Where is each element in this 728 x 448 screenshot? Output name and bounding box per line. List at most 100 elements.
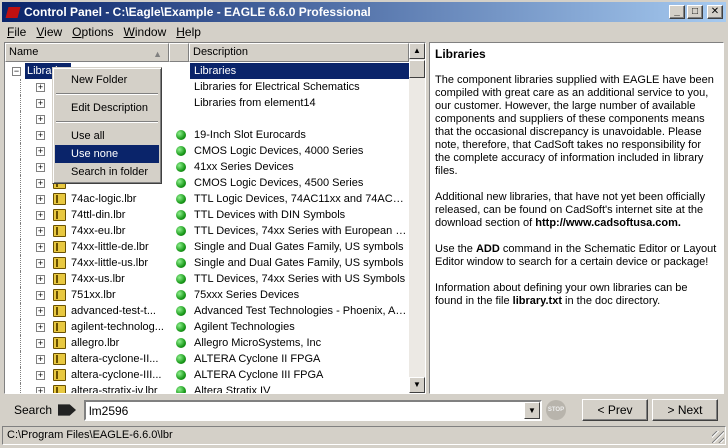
tree-guide-line xyxy=(20,303,21,319)
in-use-dot-icon[interactable] xyxy=(176,290,186,300)
in-use-dot-icon[interactable] xyxy=(176,306,186,316)
in-use-dot-icon[interactable] xyxy=(176,242,186,252)
tree-row[interactable]: +74xx-little-de.lbr Single and Dual Gates… xyxy=(5,239,409,255)
scroll-down-icon[interactable]: ▼ xyxy=(409,377,425,393)
tree-row[interactable]: +74xx-us.lbr TTL Devices, 74xx Series wit… xyxy=(5,271,409,287)
tree-row[interactable]: +74xx-little-us.lbr Single and Dual Gates… xyxy=(5,255,409,271)
expand-icon[interactable]: + xyxy=(36,115,45,124)
menu-view[interactable]: View xyxy=(31,25,67,39)
stop-button[interactable]: STOP xyxy=(546,400,566,420)
library-book-icon xyxy=(53,385,66,393)
tree-row[interactable]: + advanced-test-t... Advanced Test Technol… xyxy=(5,303,409,319)
tree-row[interactable]: +74ac-logic.lbr TTL Logic Devices, 74AC11… xyxy=(5,191,409,207)
expand-icon[interactable]: + xyxy=(36,163,45,172)
close-button[interactable]: ✕ xyxy=(707,5,723,19)
scroll-up-icon[interactable]: ▲ xyxy=(409,43,425,59)
tree-row[interactable]: + altera-cyclone-III... ALTERA Cyclone III… xyxy=(5,367,409,383)
library-name: agilent-technolog... xyxy=(71,321,164,333)
library-book-icon xyxy=(53,289,66,301)
vertical-scrollbar[interactable]: ▲ ▼ xyxy=(409,43,425,393)
search-history-dropdown-icon[interactable]: ▼ xyxy=(524,402,540,419)
name-column-header[interactable]: Name ▲ xyxy=(5,43,169,62)
context-item-edit-description[interactable]: Edit Description xyxy=(55,99,159,117)
in-use-dot-icon[interactable] xyxy=(176,178,186,188)
context-item-new-folder[interactable]: New Folder xyxy=(55,71,159,89)
search-input[interactable] xyxy=(84,400,542,421)
in-use-dot-icon[interactable] xyxy=(176,354,186,364)
in-use-dot-icon[interactable] xyxy=(176,258,186,268)
tree-guide-line xyxy=(20,319,21,335)
in-use-dot-icon[interactable] xyxy=(176,146,186,156)
tree-row[interactable]: + allegro.lbr Allegro MicroSystems, Inc xyxy=(5,335,409,351)
library-book-icon xyxy=(53,273,66,285)
library-name: altera-cyclone-III... xyxy=(71,369,162,381)
expand-icon[interactable]: + xyxy=(36,275,45,284)
status-column-header[interactable] xyxy=(169,43,189,62)
tree-row[interactable]: +74xx-eu.lbr TTL Devices, 74xx Series wit… xyxy=(5,223,409,239)
menu-options[interactable]: Options xyxy=(67,25,118,39)
next-button[interactable]: > Next xyxy=(652,399,718,421)
expand-icon[interactable]: + xyxy=(36,227,45,236)
title-bar[interactable]: Control Panel - C:\Eagle\Example - EAGLE… xyxy=(2,2,726,22)
library-description: Allegro MicroSystems, Inc xyxy=(194,337,322,349)
eagle-app-icon[interactable] xyxy=(6,5,20,19)
tree-row[interactable]: +74ttl-din.lbr TTL Devices with DIN Symbo… xyxy=(5,207,409,223)
expand-icon[interactable]: + xyxy=(36,147,45,156)
menu-file[interactable]: File xyxy=(2,25,31,39)
library-book-icon xyxy=(53,353,66,365)
in-use-dot-icon[interactable] xyxy=(176,322,186,332)
maximize-button[interactable]: □ xyxy=(687,5,703,19)
tree-row[interactable]: + altera-stratix-iv.lbr Altera Stratix IV xyxy=(5,383,409,393)
tree-row[interactable]: +751xx.lbr 75xxx Series Devices xyxy=(5,287,409,303)
expand-icon[interactable]: + xyxy=(36,179,45,188)
expand-icon[interactable]: + xyxy=(36,243,45,252)
collapse-icon[interactable]: − xyxy=(12,67,21,76)
control-panel-window: Control Panel - C:\Eagle\Example - EAGLE… xyxy=(0,0,728,448)
expand-icon[interactable]: + xyxy=(36,259,45,268)
tree-row[interactable]: + altera-cyclone-II... ALTERA Cyclone II F… xyxy=(5,351,409,367)
tree-guide-line xyxy=(20,239,21,255)
add-command: ADD xyxy=(475,243,500,255)
in-use-dot-icon[interactable] xyxy=(176,130,186,140)
prev-button[interactable]: < Prev xyxy=(582,399,648,421)
expand-icon[interactable]: + xyxy=(36,323,45,332)
menu-help[interactable]: Help xyxy=(171,25,206,39)
in-use-dot-icon[interactable] xyxy=(176,274,186,284)
library-book-icon xyxy=(53,305,66,317)
tree-guide-line xyxy=(20,143,21,159)
expand-icon[interactable]: + xyxy=(36,371,45,380)
expand-icon[interactable]: + xyxy=(36,131,45,140)
scroll-thumb[interactable] xyxy=(409,60,425,78)
expand-icon[interactable]: + xyxy=(36,307,45,316)
minimize-button[interactable]: _ xyxy=(669,5,685,19)
in-use-dot-icon[interactable] xyxy=(176,162,186,172)
expand-icon[interactable]: + xyxy=(36,291,45,300)
expand-icon[interactable]: + xyxy=(36,195,45,204)
cadsoft-link[interactable]: http://www.cadsoftusa.com. xyxy=(535,217,681,229)
in-use-dot-icon[interactable] xyxy=(176,194,186,204)
sort-ascending-icon: ▲ xyxy=(153,49,162,59)
expand-icon[interactable]: + xyxy=(36,387,45,393)
description-column-header[interactable]: Description xyxy=(189,43,409,62)
info-paragraph-1: The component libraries supplied with EA… xyxy=(435,74,714,177)
menu-window[interactable]: Window xyxy=(119,25,172,39)
in-use-dot-icon[interactable] xyxy=(176,226,186,236)
library-book-icon xyxy=(53,369,66,381)
expand-icon[interactable]: + xyxy=(36,83,45,92)
context-item-use-all[interactable]: Use all xyxy=(55,127,159,145)
expand-icon[interactable]: + xyxy=(36,339,45,348)
context-item-use-none[interactable]: Use none xyxy=(55,145,159,163)
resize-grip-icon[interactable] xyxy=(712,431,724,443)
tree-row[interactable]: + agilent-technolog... Agilent Technologie… xyxy=(5,319,409,335)
in-use-dot-icon[interactable] xyxy=(176,370,186,380)
in-use-dot-icon[interactable] xyxy=(176,210,186,220)
expand-icon[interactable]: + xyxy=(36,99,45,108)
tree-guide-line xyxy=(20,79,21,95)
search-go-icon[interactable] xyxy=(58,404,76,416)
context-item-search-in-folder[interactable]: Search in folder xyxy=(55,163,159,181)
expand-icon[interactable]: + xyxy=(36,211,45,220)
expand-icon[interactable]: + xyxy=(36,355,45,364)
in-use-dot-icon[interactable] xyxy=(176,338,186,348)
library-description: Single and Dual Gates Family, US symbols xyxy=(194,257,404,269)
in-use-dot-icon[interactable] xyxy=(176,386,186,393)
